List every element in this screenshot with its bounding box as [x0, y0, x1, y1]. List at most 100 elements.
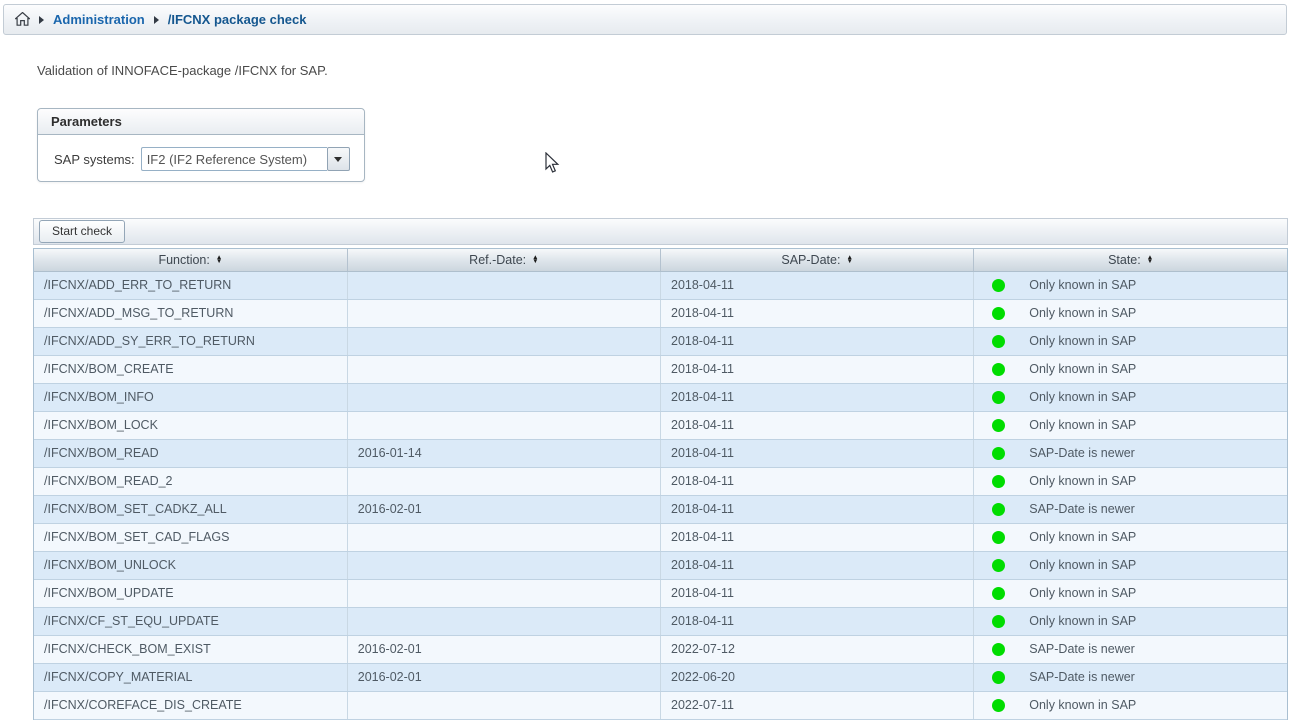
- sap-date-value: 2018-04-11: [671, 418, 734, 432]
- table-row[interactable]: /IFCNX/BOM_CREATE 2018-04-11 Only known …: [34, 355, 1287, 383]
- ref-date-cell: [347, 523, 660, 551]
- table-row[interactable]: /IFCNX/CHECK_BOM_EXIST 2016-02-01 2022-0…: [34, 635, 1287, 663]
- table-row[interactable]: /IFCNX/BOM_UNLOCK 2018-04-11 Only known …: [34, 551, 1287, 579]
- state-cell: Only known in SAP: [974, 327, 1287, 355]
- function-value: /IFCNX/ADD_SY_ERR_TO_RETURN: [44, 334, 255, 348]
- table-row[interactable]: /IFCNX/COREFACE_DIS_CREATE 2022-07-11 On…: [34, 691, 1287, 719]
- column-header-function[interactable]: Function:▲▼: [34, 249, 347, 271]
- sap-date-cell: 2018-04-11: [661, 495, 974, 523]
- table-header-row: Function:▲▼ Ref.-Date:▲▼ SAP-Date:▲▼ Sta…: [34, 249, 1287, 271]
- status-green-dot-icon: [992, 671, 1005, 684]
- sap-date-cell: 2018-04-11: [661, 355, 974, 383]
- sap-date-value: 2018-04-11: [671, 614, 734, 628]
- table-row[interactable]: /IFCNX/BOM_READ 2016-01-14 2018-04-11 SA…: [34, 439, 1287, 467]
- breadcrumb-item-current[interactable]: /IFCNX package check: [168, 12, 307, 27]
- sap-date-cell: 2022-07-11: [661, 691, 974, 719]
- state-value: SAP-Date is newer: [1029, 642, 1135, 656]
- ref-date-cell: [347, 411, 660, 439]
- ref-date-cell: [347, 579, 660, 607]
- function-value: /IFCNX/BOM_READ_2: [44, 474, 173, 488]
- column-header-label: SAP-Date:: [781, 253, 840, 267]
- function-value: /IFCNX/ADD_MSG_TO_RETURN: [44, 306, 233, 320]
- status-green-dot-icon: [992, 447, 1005, 460]
- state-value: Only known in SAP: [1029, 390, 1136, 404]
- table-row[interactable]: /IFCNX/BOM_INFO 2018-04-11 Only known in…: [34, 383, 1287, 411]
- sap-date-cell: 2018-04-11: [661, 327, 974, 355]
- page: Administration /IFCNX package check Vali…: [0, 0, 1291, 717]
- function-cell: /IFCNX/BOM_CREATE: [34, 355, 347, 383]
- sap-date-value: 2018-04-11: [671, 558, 734, 572]
- ref-date-cell: [347, 607, 660, 635]
- status-green-dot-icon: [992, 419, 1005, 432]
- state-cell: SAP-Date is newer: [974, 635, 1287, 663]
- sap-systems-combobox: [141, 147, 350, 171]
- state-value: SAP-Date is newer: [1029, 446, 1135, 460]
- table-row[interactable]: /IFCNX/ADD_SY_ERR_TO_RETURN 2018-04-11 O…: [34, 327, 1287, 355]
- status-green-dot-icon: [992, 503, 1005, 516]
- status-green-dot-icon: [992, 531, 1005, 544]
- column-header-state[interactable]: State:▲▼: [974, 249, 1287, 271]
- table-row[interactable]: /IFCNX/ADD_ERR_TO_RETURN 2018-04-11 Only…: [34, 271, 1287, 299]
- state-cell: Only known in SAP: [974, 607, 1287, 635]
- function-cell: /IFCNX/BOM_SET_CADKZ_ALL: [34, 495, 347, 523]
- function-cell: /IFCNX/CHECK_BOM_EXIST: [34, 635, 347, 663]
- sap-date-value: 2018-04-11: [671, 586, 734, 600]
- mouse-cursor-icon: [545, 152, 561, 179]
- column-header-ref-date[interactable]: Ref.-Date:▲▼: [347, 249, 660, 271]
- table-row[interactable]: /IFCNX/BOM_SET_CAD_FLAGS 2018-04-11 Only…: [34, 523, 1287, 551]
- parameters-panel-title: Parameters: [38, 109, 364, 135]
- state-cell: Only known in SAP: [974, 383, 1287, 411]
- function-cell: /IFCNX/COREFACE_DIS_CREATE: [34, 691, 347, 719]
- state-cell: SAP-Date is newer: [974, 439, 1287, 467]
- ref-date-cell: 2016-02-01: [347, 495, 660, 523]
- table-row[interactable]: /IFCNX/ADD_MSG_TO_RETURN 2018-04-11 Only…: [34, 299, 1287, 327]
- result-grid: Function:▲▼ Ref.-Date:▲▼ SAP-Date:▲▼ Sta…: [33, 248, 1288, 720]
- ref-date-value: 2016-02-01: [358, 502, 422, 516]
- column-header-sap-date[interactable]: SAP-Date:▲▼: [661, 249, 974, 271]
- table-row[interactable]: /IFCNX/COPY_MATERIAL 2016-02-01 2022-06-…: [34, 663, 1287, 691]
- function-value: /IFCNX/CF_ST_EQU_UPDATE: [44, 614, 219, 628]
- status-green-dot-icon: [992, 391, 1005, 404]
- sap-systems-input[interactable]: [141, 147, 327, 171]
- status-green-dot-icon: [992, 615, 1005, 628]
- column-header-label: Ref.-Date:: [469, 253, 526, 267]
- sap-systems-label: SAP systems:: [54, 152, 135, 167]
- ref-date-cell: [347, 467, 660, 495]
- sap-date-value: 2022-06-20: [671, 670, 735, 684]
- state-cell: Only known in SAP: [974, 467, 1287, 495]
- intro-text: Validation of INNOFACE-package /IFCNX fo…: [37, 63, 328, 78]
- sort-icon: ▲▼: [216, 256, 222, 264]
- table-body: /IFCNX/ADD_ERR_TO_RETURN 2018-04-11 Only…: [34, 271, 1287, 719]
- sap-systems-dropdown-button[interactable]: [327, 147, 350, 171]
- breadcrumb: Administration /IFCNX package check: [3, 4, 1287, 35]
- state-value: Only known in SAP: [1029, 334, 1136, 348]
- ref-date-cell: 2016-01-14: [347, 439, 660, 467]
- chevron-down-icon: [334, 157, 342, 162]
- sap-date-cell: 2018-04-11: [661, 439, 974, 467]
- function-cell: /IFCNX/BOM_LOCK: [34, 411, 347, 439]
- table-row[interactable]: /IFCNX/BOM_SET_CADKZ_ALL 2016-02-01 2018…: [34, 495, 1287, 523]
- status-green-dot-icon: [992, 559, 1005, 572]
- sap-date-value: 2018-04-11: [671, 306, 734, 320]
- status-green-dot-icon: [992, 643, 1005, 656]
- start-check-button[interactable]: Start check: [39, 220, 125, 243]
- function-cell: /IFCNX/BOM_READ_2: [34, 467, 347, 495]
- state-value: Only known in SAP: [1029, 586, 1136, 600]
- state-value: Only known in SAP: [1029, 530, 1136, 544]
- home-icon[interactable]: [15, 12, 30, 26]
- sap-date-value: 2018-04-11: [671, 278, 734, 292]
- function-cell: /IFCNX/ADD_ERR_TO_RETURN: [34, 271, 347, 299]
- check-result-section: Start check Function:▲▼ Ref.-Date:▲▼ SAP…: [33, 218, 1288, 720]
- function-cell: /IFCNX/BOM_UNLOCK: [34, 551, 347, 579]
- breadcrumb-item-administration[interactable]: Administration: [53, 12, 145, 27]
- state-value: Only known in SAP: [1029, 362, 1136, 376]
- table-row[interactable]: /IFCNX/BOM_UPDATE 2018-04-11 Only known …: [34, 579, 1287, 607]
- table-row[interactable]: /IFCNX/CF_ST_EQU_UPDATE 2018-04-11 Only …: [34, 607, 1287, 635]
- function-value: /IFCNX/BOM_CREATE: [44, 362, 174, 376]
- function-value: /IFCNX/COPY_MATERIAL: [44, 670, 192, 684]
- sap-date-cell: 2018-04-11: [661, 411, 974, 439]
- table-row[interactable]: /IFCNX/BOM_LOCK 2018-04-11 Only known in…: [34, 411, 1287, 439]
- function-value: /IFCNX/CHECK_BOM_EXIST: [44, 642, 211, 656]
- state-cell: SAP-Date is newer: [974, 663, 1287, 691]
- table-row[interactable]: /IFCNX/BOM_READ_2 2018-04-11 Only known …: [34, 467, 1287, 495]
